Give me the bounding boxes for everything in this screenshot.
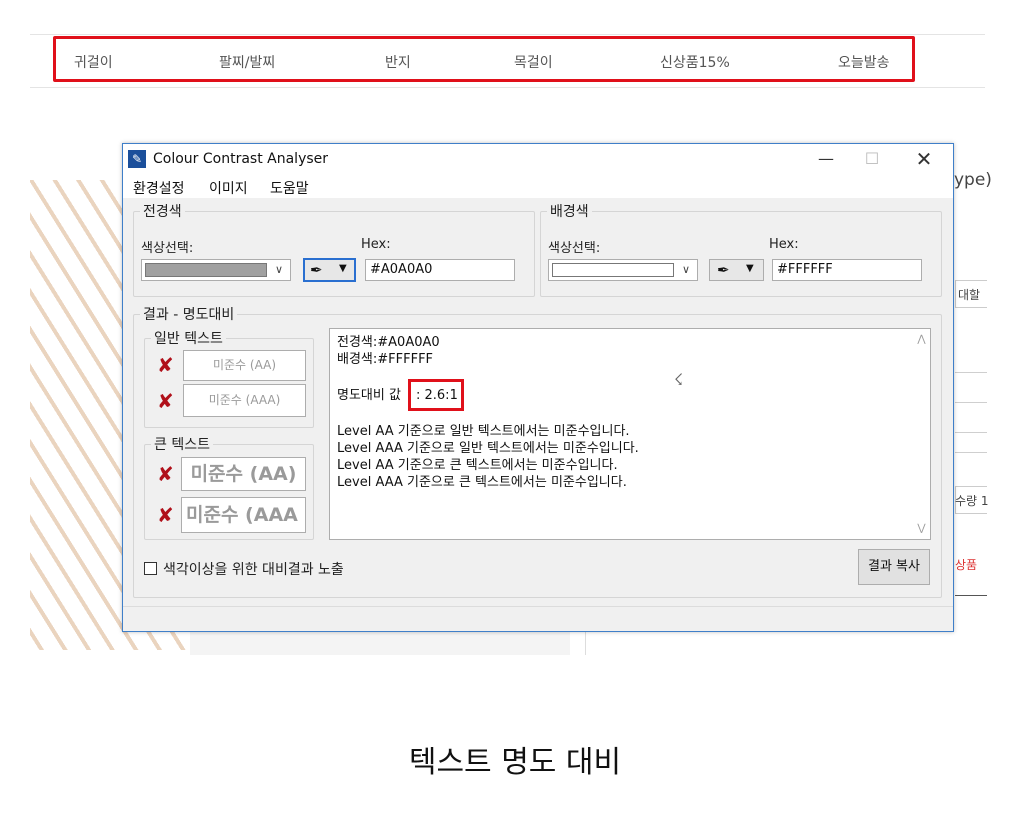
colorblind-checkbox[interactable] xyxy=(144,562,157,575)
status-divider xyxy=(123,606,953,607)
title-bar[interactable]: ✎ Colour Contrast Analyser — ☐ ✕ xyxy=(123,144,953,174)
copy-results-button[interactable]: 결과 복사 xyxy=(858,549,930,585)
large-aaa-status: 미준수 (AAA xyxy=(181,497,306,533)
background-swatch xyxy=(552,263,674,277)
bg-line xyxy=(955,595,987,596)
close-icon[interactable]: ✕ xyxy=(901,146,947,172)
background-hex-input[interactable]: #FFFFFF xyxy=(772,259,922,281)
foreground-swatch xyxy=(145,263,267,277)
bg-line xyxy=(955,372,987,373)
foreground-group: 전경색 xyxy=(133,201,535,297)
fail-x-icon: ✘ xyxy=(157,503,174,527)
fail-x-icon: ✘ xyxy=(157,389,174,413)
scroll-up-icon[interactable]: ⋀ xyxy=(913,331,930,348)
menu-settings[interactable]: 환경설정 xyxy=(133,178,185,198)
menu-help[interactable]: 도움말 xyxy=(270,178,309,198)
foreground-hex-input[interactable]: #A0A0A0 xyxy=(365,259,515,281)
large-aa-status: 미준수 (AA) xyxy=(181,457,306,491)
result-foreground: 전경색:#A0A0A0 xyxy=(337,335,440,350)
foreground-select-label: 색상선택: xyxy=(141,241,194,256)
mouse-cursor-icon: ☇ xyxy=(674,370,684,389)
nav-item-earrings[interactable]: 귀걸이 xyxy=(74,52,113,72)
colorblind-checkbox-label: 색각이상을 위한 대비결과 노출 xyxy=(163,562,344,578)
background-legend: 배경색 xyxy=(550,204,589,220)
bg-fragment-product: 상품 xyxy=(955,558,978,572)
bg-line xyxy=(955,432,987,433)
nav-item-necklaces[interactable]: 목걸이 xyxy=(514,52,553,72)
page-caption: 텍스트 명도 대비 xyxy=(408,745,622,780)
result-background: 배경색:#FFFFFF xyxy=(337,352,434,367)
foreground-color-select[interactable]: ∨ xyxy=(141,259,291,281)
normal-aa-status: 미준수 (AA) xyxy=(183,350,306,381)
background-group: 배경색 xyxy=(540,201,942,297)
menu-bar: 환경설정 이미지 도움말 xyxy=(123,174,953,198)
bg-fragment-type: ype) xyxy=(954,170,992,190)
app-logo-icon: ✎ xyxy=(128,150,146,168)
chevron-down-icon: ∨ xyxy=(681,263,691,276)
foreground-hex-label: Hex: xyxy=(361,237,391,252)
dropdown-arrow-icon: ▼ xyxy=(339,263,347,274)
results-legend: 결과 - 명도대비 xyxy=(143,307,235,323)
scroll-down-icon[interactable]: ⋁ xyxy=(913,520,930,537)
background-eyedropper-button[interactable]: ✒ ▼ xyxy=(709,259,764,281)
nav-item-bracelets[interactable]: 팔찌/발찌 xyxy=(219,52,275,72)
bg-line xyxy=(955,402,987,403)
fail-x-icon: ✘ xyxy=(157,353,174,377)
nav-item-new-products[interactable]: 신상품15% xyxy=(660,52,730,72)
bg-fragment-quantity: 수량 1 xyxy=(955,494,989,508)
window-title: Colour Contrast Analyser xyxy=(153,151,329,167)
foreground-legend: 전경색 xyxy=(143,204,182,220)
bg-line xyxy=(955,452,987,453)
fail-x-icon: ✘ xyxy=(157,462,174,486)
results-scrollbar[interactable]: ⋀ ⋁ xyxy=(913,329,930,539)
result-line: Level AA 기준으로 일반 텍스트에서는 미준수입니다. xyxy=(337,424,630,439)
result-line: Level AAA 기준으로 일반 텍스트에서는 미준수입니다. xyxy=(337,441,639,456)
large-text-legend: 큰 텍스트 xyxy=(154,437,210,453)
eyedropper-icon: ✒ xyxy=(310,261,323,279)
minimize-icon[interactable]: — xyxy=(803,146,849,172)
nav-item-rings[interactable]: 반지 xyxy=(385,52,411,72)
maximize-icon: ☐ xyxy=(864,149,880,168)
bg-fragment-discount: 대할 xyxy=(958,288,981,302)
background-hex-label: Hex: xyxy=(769,237,799,252)
chevron-down-icon: ∨ xyxy=(274,263,284,276)
normal-aaa-status: 미준수 (AAA) xyxy=(183,384,306,417)
results-textbox[interactable]: 전경색:#A0A0A0 배경색:#FFFFFF 명도대비 값 : 2.6:1 ☇… xyxy=(329,328,931,540)
contrast-analyser-window: ✎ Colour Contrast Analyser — ☐ ✕ 환경설정 이미… xyxy=(122,143,954,632)
normal-text-legend: 일반 텍스트 xyxy=(154,331,223,347)
dropdown-arrow-icon: ▼ xyxy=(746,263,754,274)
result-line: Level AAA 기준으로 큰 텍스트에서는 미준수입니다. xyxy=(337,475,627,490)
menu-image[interactable]: 이미지 xyxy=(209,178,248,198)
result-line: Level AA 기준으로 큰 텍스트에서는 미준수입니다. xyxy=(337,458,618,473)
result-ratio-label: 명도대비 값 xyxy=(337,388,401,403)
nav-top-divider xyxy=(30,34,985,35)
eyedropper-icon: ✒ xyxy=(717,261,730,279)
nav-highlight-box xyxy=(53,36,915,82)
foreground-eyedropper-button[interactable]: ✒ ▼ xyxy=(303,258,356,282)
background-color-select[interactable]: ∨ xyxy=(548,259,698,281)
background-select-label: 색상선택: xyxy=(548,241,601,256)
ratio-highlight-box xyxy=(408,379,464,411)
nav-item-today-shipping[interactable]: 오늘발송 xyxy=(838,52,890,72)
nav-bottom-divider xyxy=(30,87,985,88)
